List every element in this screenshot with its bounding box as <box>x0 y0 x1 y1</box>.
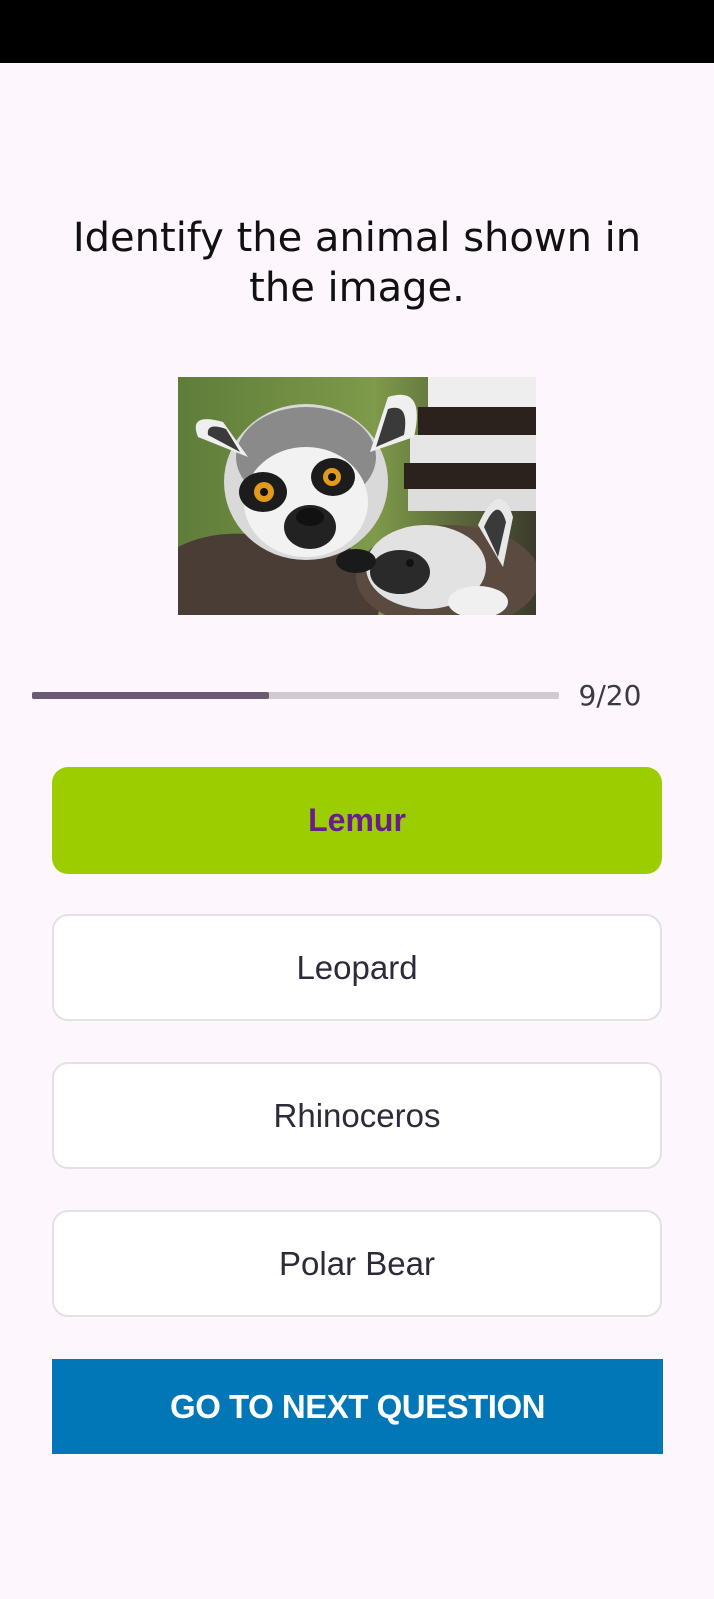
answer-option-rhinoceros[interactable]: Rhinoceros <box>52 1062 662 1169</box>
answer-option-polar-bear[interactable]: Polar Bear <box>52 1210 662 1317</box>
progress-bar-fill <box>32 692 270 699</box>
progress-counter: 9/20 <box>578 679 642 712</box>
answer-option-label: Polar Bear <box>279 1244 435 1282</box>
progress-bar <box>32 692 559 699</box>
answer-option-label: Leopard <box>296 948 418 986</box>
question-text: Identify the animal shown in the image. <box>72 215 642 311</box>
lemur-photo <box>178 377 536 615</box>
answer-option-label: Lemur <box>308 802 406 838</box>
answer-option-lemur[interactable]: Lemur <box>52 767 662 874</box>
answer-option-label: Rhinoceros <box>273 1096 441 1134</box>
answer-option-leopard[interactable]: Leopard <box>52 914 662 1021</box>
status-bar <box>0 0 714 63</box>
next-question-button[interactable]: GO TO NEXT QUESTION <box>52 1359 663 1454</box>
